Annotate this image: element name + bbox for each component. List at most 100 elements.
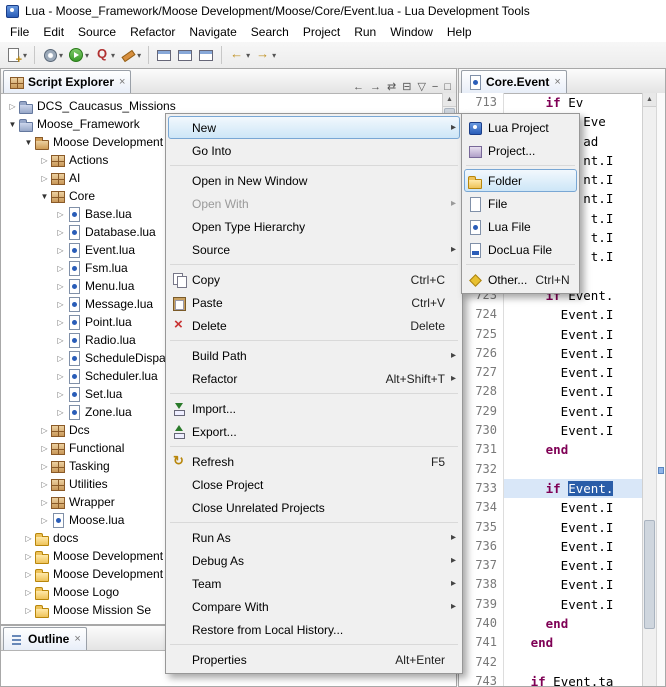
- code-text[interactable]: Event.I: [504, 575, 642, 594]
- code-line-731[interactable]: 731 end: [459, 440, 642, 459]
- close-icon[interactable]: ×: [119, 76, 125, 88]
- code-text[interactable]: if Event.: [504, 479, 642, 498]
- code-line-732[interactable]: 732: [459, 460, 642, 479]
- collapse-icon[interactable]: ▼: [23, 138, 34, 147]
- code-line-729[interactable]: 729 Event.I: [459, 402, 642, 421]
- code-line-713[interactable]: 713 if Ev: [459, 93, 642, 112]
- close-icon[interactable]: ×: [554, 76, 560, 88]
- expand-icon[interactable]: ▷: [23, 552, 34, 561]
- expand-icon[interactable]: ▷: [55, 282, 66, 291]
- code-line-733[interactable]: 733 if Event.: [459, 479, 642, 498]
- expand-icon[interactable]: ▷: [39, 498, 50, 507]
- code-line-739[interactable]: 739 Event.I: [459, 595, 642, 614]
- code-text[interactable]: Event.I: [504, 556, 642, 575]
- table-2-button[interactable]: [175, 43, 195, 67]
- expand-icon[interactable]: ▷: [23, 588, 34, 597]
- code-text[interactable]: Event.I: [504, 518, 642, 537]
- code-text[interactable]: [504, 460, 642, 479]
- code-text[interactable]: Event.I: [504, 344, 642, 363]
- menu-item-properties[interactable]: PropertiesAlt+Enter: [168, 648, 460, 671]
- overview-ruler[interactable]: [656, 93, 665, 686]
- tab-core-event[interactable]: Core.Event ×: [461, 70, 567, 93]
- code-text[interactable]: end: [504, 614, 642, 633]
- minimize-icon[interactable]: −: [432, 81, 438, 93]
- menubar-item-edit[interactable]: Edit: [36, 23, 71, 41]
- submenu-item-file[interactable]: File: [464, 192, 577, 215]
- menu-item-team[interactable]: Team▸: [168, 572, 460, 595]
- code-text[interactable]: Event.I: [504, 498, 642, 517]
- code-text[interactable]: Event.I: [504, 595, 642, 614]
- expand-icon[interactable]: ▷: [7, 102, 18, 111]
- code-text[interactable]: Event.I: [504, 363, 642, 382]
- code-text[interactable]: Event.I: [504, 325, 642, 344]
- menu-item-open-in-new-window[interactable]: Open in New Window: [168, 169, 460, 192]
- code-text[interactable]: end: [504, 440, 642, 459]
- menubar-item-source[interactable]: Source: [71, 23, 123, 41]
- expand-icon[interactable]: ▷: [23, 606, 34, 615]
- menu-item-go-into[interactable]: Go Into: [168, 139, 460, 162]
- code-line-737[interactable]: 737 Event.I: [459, 556, 642, 575]
- code-line-736[interactable]: 736 Event.I: [459, 537, 642, 556]
- menu-item-import[interactable]: Import...: [168, 397, 460, 420]
- code-line-741[interactable]: 741 end: [459, 633, 642, 652]
- forward-button[interactable]: ▾: [253, 43, 278, 67]
- link-with-editor-icon[interactable]: ⇄: [387, 80, 396, 93]
- format-button[interactable]: ▾: [118, 43, 143, 67]
- expand-icon[interactable]: ▷: [55, 264, 66, 273]
- view-menu-icon[interactable]: ▽: [417, 80, 425, 93]
- menubar-item-window[interactable]: Window: [383, 23, 440, 41]
- menu-item-run-as[interactable]: Run As▸: [168, 526, 460, 549]
- code-line-726[interactable]: 726 Event.I: [459, 344, 642, 363]
- collapse-all-icon[interactable]: ⊟: [402, 80, 411, 93]
- expand-icon[interactable]: ▷: [39, 174, 50, 183]
- expand-icon[interactable]: ▷: [55, 318, 66, 327]
- menubar-item-refactor[interactable]: Refactor: [123, 23, 182, 41]
- expand-icon[interactable]: ▷: [39, 480, 50, 489]
- code-line-728[interactable]: 728 Event.I: [459, 382, 642, 401]
- expand-icon[interactable]: ▷: [55, 390, 66, 399]
- code-line-730[interactable]: 730 Event.I: [459, 421, 642, 440]
- submenu-item-lua-project[interactable]: Lua Project: [464, 116, 577, 139]
- editor-scrollbar-thumb[interactable]: [644, 520, 655, 629]
- new-wizard-button[interactable]: ▾: [4, 43, 29, 67]
- code-line-724[interactable]: 724 Event.I: [459, 305, 642, 324]
- code-line-725[interactable]: 725 Event.I: [459, 325, 642, 344]
- expand-icon[interactable]: ▷: [39, 444, 50, 453]
- code-text[interactable]: Event.I: [504, 382, 642, 401]
- expand-icon[interactable]: ▷: [55, 372, 66, 381]
- expand-icon[interactable]: ▷: [39, 462, 50, 471]
- code-text[interactable]: Event.I: [504, 402, 642, 421]
- table-3-button[interactable]: [196, 43, 216, 67]
- collapse-icon[interactable]: ▼: [7, 120, 18, 129]
- submenu-item-project[interactable]: Project...: [464, 139, 577, 162]
- menubar-item-search[interactable]: Search: [244, 23, 296, 41]
- menu-item-restore-from-local-history[interactable]: Restore from Local History...: [168, 618, 460, 641]
- code-text[interactable]: [504, 653, 642, 672]
- expand-icon[interactable]: ▷: [55, 408, 66, 417]
- submenu-item-folder[interactable]: Folder: [464, 169, 577, 192]
- external-tools-button[interactable]: ▾: [40, 43, 65, 67]
- submenu-item-lua-file[interactable]: Lua File: [464, 215, 577, 238]
- expand-icon[interactable]: ▷: [55, 228, 66, 237]
- tab-outline[interactable]: Outline ×: [3, 627, 87, 650]
- back-button[interactable]: ▾: [227, 43, 252, 67]
- code-line-740[interactable]: 740 end: [459, 614, 642, 633]
- expand-icon[interactable]: ▷: [55, 354, 66, 363]
- run-button[interactable]: ▾: [66, 43, 91, 67]
- tab-script-explorer[interactable]: Script Explorer ×: [3, 70, 131, 93]
- expand-icon[interactable]: ▷: [55, 210, 66, 219]
- code-text[interactable]: Event.I: [504, 421, 642, 440]
- code-text[interactable]: end: [504, 633, 642, 652]
- expand-icon[interactable]: ▷: [23, 534, 34, 543]
- code-line-734[interactable]: 734 Event.I: [459, 498, 642, 517]
- expand-icon[interactable]: ▷: [39, 516, 50, 525]
- maximize-icon[interactable]: □: [444, 81, 451, 93]
- menu-item-copy[interactable]: CopyCtrl+C: [168, 268, 460, 291]
- expand-icon[interactable]: ▷: [55, 300, 66, 309]
- table-button[interactable]: [154, 43, 174, 67]
- menu-item-export[interactable]: Export...: [168, 420, 460, 443]
- menu-item-debug-as[interactable]: Debug As▸: [168, 549, 460, 572]
- forward-icon[interactable]: →: [370, 81, 381, 93]
- code-line-743[interactable]: 743 if Event.ta: [459, 672, 642, 686]
- menu-item-refresh[interactable]: RefreshF5: [168, 450, 460, 473]
